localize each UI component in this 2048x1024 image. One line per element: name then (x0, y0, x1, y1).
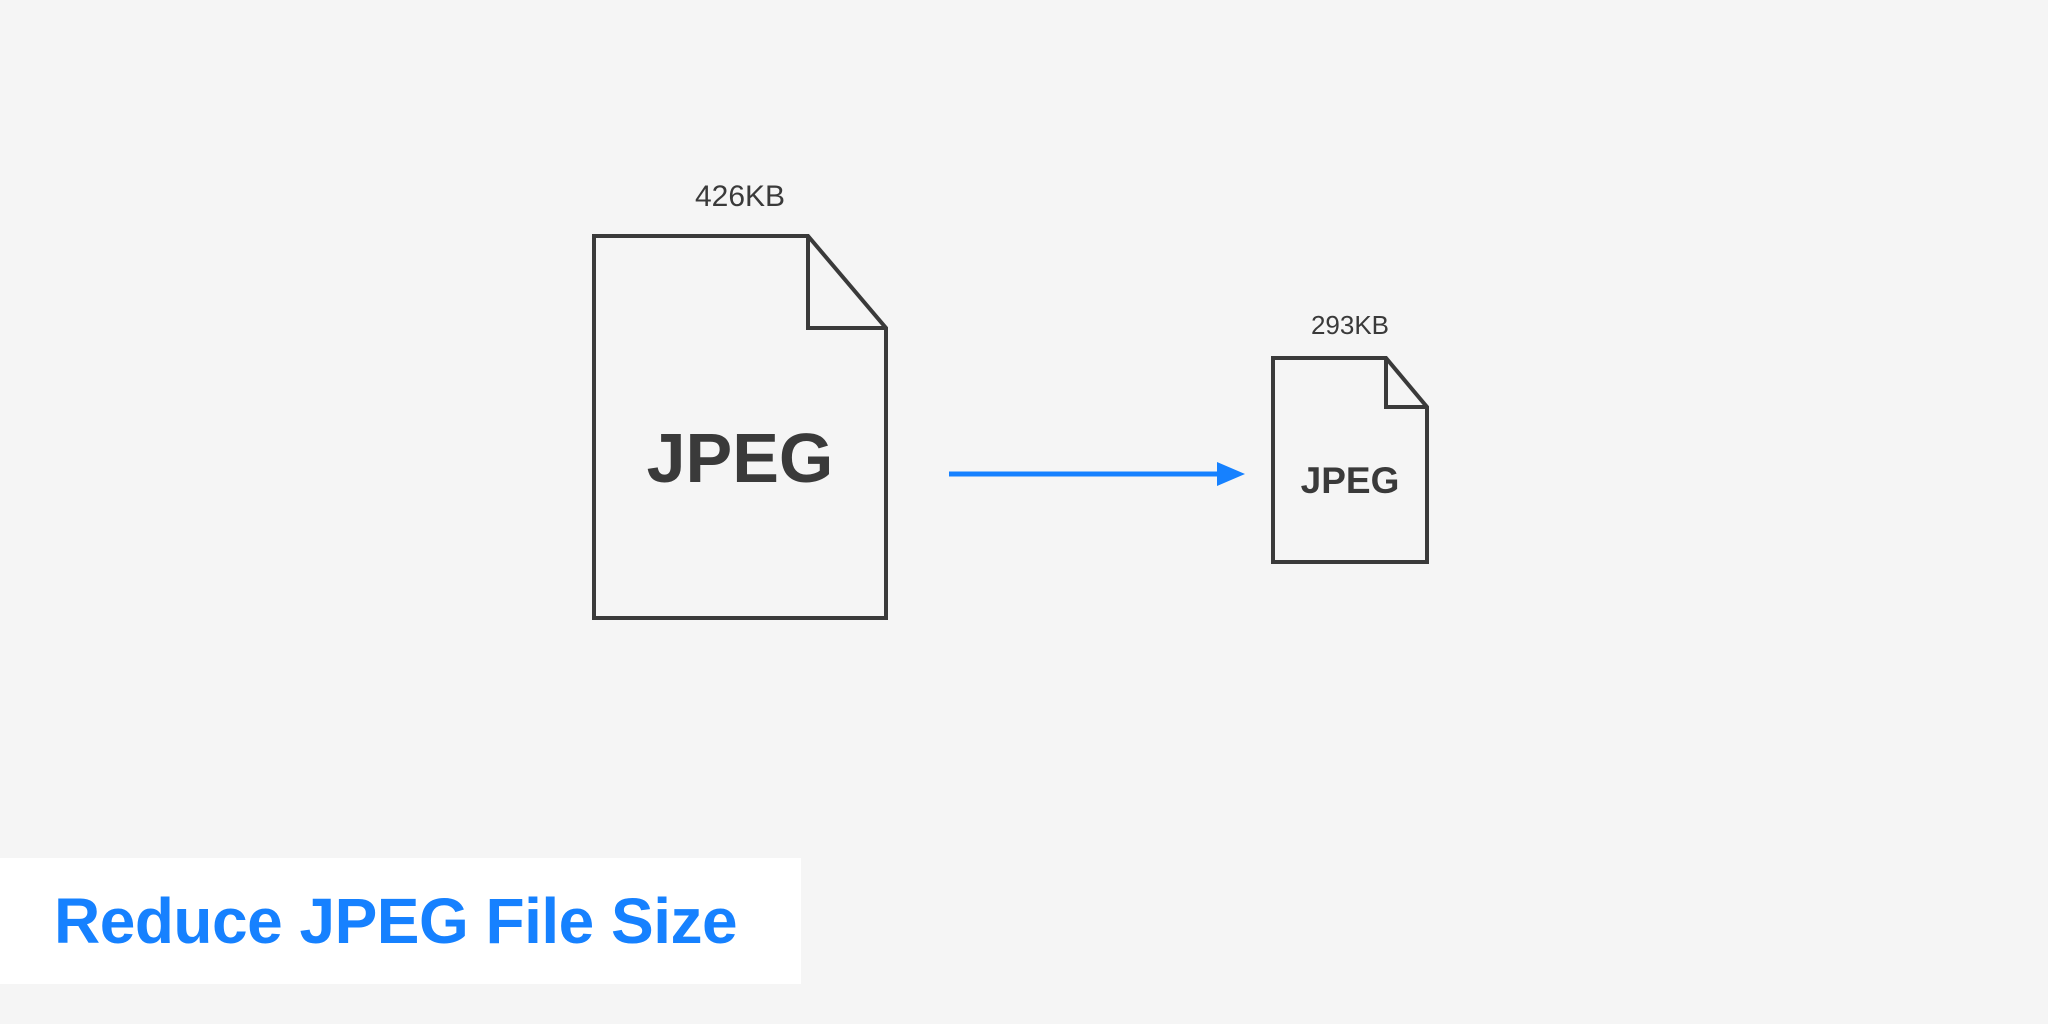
arrow-right-icon (945, 454, 1245, 494)
result-file-group: 293KB JPEG (1270, 310, 1430, 565)
diagram-canvas: 426KB JPEG 293KB JPEG Reduce JPEG File S… (0, 0, 2048, 1024)
result-size-label: 293KB (1311, 310, 1389, 341)
jpeg-file-large-icon: JPEG (590, 232, 890, 622)
page-title: Reduce JPEG File Size (54, 884, 737, 958)
jpeg-file-small-icon: JPEG (1270, 355, 1430, 565)
title-box: Reduce JPEG File Size (0, 858, 801, 984)
source-file-group: 426KB JPEG (590, 180, 890, 622)
result-file-format: JPEG (1301, 460, 1400, 501)
source-file-format: JPEG (647, 419, 834, 497)
source-size-label: 426KB (695, 180, 785, 214)
